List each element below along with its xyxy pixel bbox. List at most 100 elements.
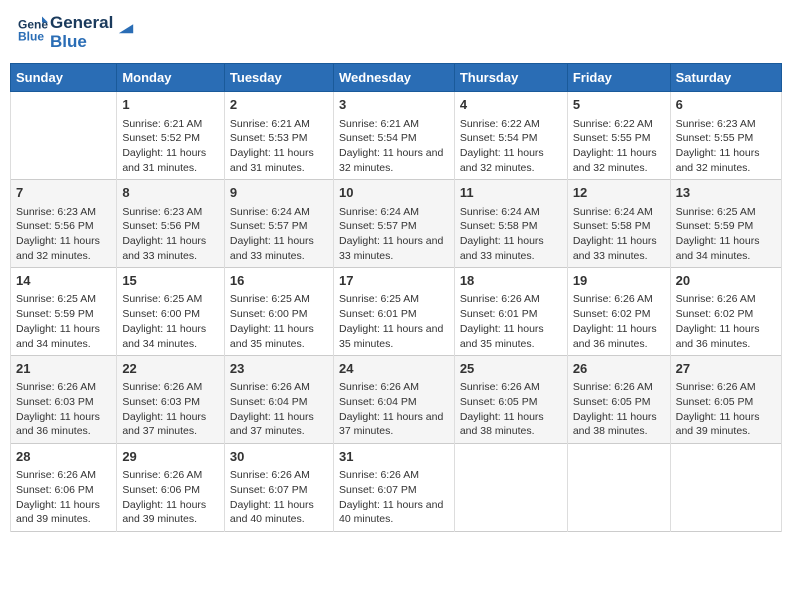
col-header-friday: Friday <box>567 64 670 92</box>
day-number: 26 <box>573 360 665 378</box>
daylight-text: Daylight: 11 hours and 33 minutes. <box>573 234 665 263</box>
sunrise-text: Sunrise: 6:23 AM <box>676 117 776 132</box>
sunset-text: Sunset: 5:55 PM <box>676 131 776 146</box>
day-number: 25 <box>460 360 562 378</box>
calendar-cell: 24Sunrise: 6:26 AMSunset: 6:04 PMDayligh… <box>334 356 455 444</box>
logo-icon: General Blue <box>18 15 48 45</box>
day-number: 20 <box>676 272 776 290</box>
daylight-text: Daylight: 11 hours and 40 minutes. <box>339 498 449 527</box>
day-number: 30 <box>230 448 328 466</box>
daylight-text: Daylight: 11 hours and 36 minutes. <box>676 322 776 351</box>
day-number: 19 <box>573 272 665 290</box>
daylight-text: Daylight: 11 hours and 33 minutes. <box>339 234 449 263</box>
day-number: 16 <box>230 272 328 290</box>
daylight-text: Daylight: 11 hours and 38 minutes. <box>573 410 665 439</box>
day-number: 5 <box>573 96 665 114</box>
day-number: 3 <box>339 96 449 114</box>
calendar-cell: 30Sunrise: 6:26 AMSunset: 6:07 PMDayligh… <box>224 444 333 532</box>
sunset-text: Sunset: 6:02 PM <box>573 307 665 322</box>
calendar-header-row: SundayMondayTuesdayWednesdayThursdayFrid… <box>11 64 782 92</box>
sunrise-text: Sunrise: 6:24 AM <box>230 205 328 220</box>
daylight-text: Daylight: 11 hours and 37 minutes. <box>339 410 449 439</box>
day-number: 9 <box>230 184 328 202</box>
sunrise-text: Sunrise: 6:26 AM <box>676 292 776 307</box>
week-row-5: 28Sunrise: 6:26 AMSunset: 6:06 PMDayligh… <box>11 444 782 532</box>
sunrise-text: Sunrise: 6:26 AM <box>339 380 449 395</box>
calendar-cell: 1Sunrise: 6:21 AMSunset: 5:52 PMDaylight… <box>117 92 225 180</box>
day-number: 15 <box>122 272 219 290</box>
daylight-text: Daylight: 11 hours and 32 minutes. <box>339 146 449 175</box>
calendar-cell: 18Sunrise: 6:26 AMSunset: 6:01 PMDayligh… <box>454 268 567 356</box>
daylight-text: Daylight: 11 hours and 38 minutes. <box>460 410 562 439</box>
col-header-sunday: Sunday <box>11 64 117 92</box>
sunrise-text: Sunrise: 6:26 AM <box>16 380 111 395</box>
sunset-text: Sunset: 6:05 PM <box>676 395 776 410</box>
calendar-cell: 15Sunrise: 6:25 AMSunset: 6:00 PMDayligh… <box>117 268 225 356</box>
daylight-text: Daylight: 11 hours and 32 minutes. <box>573 146 665 175</box>
calendar-cell: 11Sunrise: 6:24 AMSunset: 5:58 PMDayligh… <box>454 180 567 268</box>
daylight-text: Daylight: 11 hours and 33 minutes. <box>460 234 562 263</box>
daylight-text: Daylight: 11 hours and 34 minutes. <box>122 322 219 351</box>
calendar-cell: 27Sunrise: 6:26 AMSunset: 6:05 PMDayligh… <box>670 356 781 444</box>
day-number: 18 <box>460 272 562 290</box>
calendar-cell: 19 Sunrise: 6:26 AMSunset: 6:02 PMDayligh… <box>567 268 670 356</box>
calendar-cell: 29Sunrise: 6:26 AMSunset: 6:06 PMDayligh… <box>117 444 225 532</box>
daylight-text: Daylight: 11 hours and 32 minutes. <box>460 146 562 175</box>
sunset-text: Sunset: 5:58 PM <box>573 219 665 234</box>
calendar-cell: 13Sunrise: 6:25 AMSunset: 5:59 PMDayligh… <box>670 180 781 268</box>
daylight-text: Daylight: 11 hours and 36 minutes. <box>573 322 665 351</box>
calendar-cell <box>454 444 567 532</box>
calendar-cell: 12Sunrise: 6:24 AMSunset: 5:58 PMDayligh… <box>567 180 670 268</box>
col-header-thursday: Thursday <box>454 64 567 92</box>
col-header-tuesday: Tuesday <box>224 64 333 92</box>
col-header-monday: Monday <box>117 64 225 92</box>
sunset-text: Sunset: 5:56 PM <box>16 219 111 234</box>
daylight-text: Daylight: 11 hours and 32 minutes. <box>16 234 111 263</box>
day-number: 8 <box>122 184 219 202</box>
sunset-text: Sunset: 6:06 PM <box>16 483 111 498</box>
daylight-text: Daylight: 11 hours and 34 minutes. <box>676 234 776 263</box>
logo-general: General <box>50 14 113 33</box>
sunrise-text: Sunrise: 6:24 AM <box>573 205 665 220</box>
calendar-cell: 3Sunrise: 6:21 AMSunset: 5:54 PMDaylight… <box>334 92 455 180</box>
sunrise-text: Sunrise: 6:22 AM <box>573 117 665 132</box>
page-header: General Blue General Blue <box>10 10 782 55</box>
sunset-text: Sunset: 5:56 PM <box>122 219 219 234</box>
daylight-text: Daylight: 11 hours and 39 minutes. <box>676 410 776 439</box>
sunrise-text: Sunrise: 6:26 AM <box>573 380 665 395</box>
sunrise-text: Sunrise: 6:22 AM <box>460 117 562 132</box>
logo: General Blue General Blue <box>18 14 135 51</box>
sunrise-text: Sunrise: 6:26 AM <box>460 380 562 395</box>
sunset-text: Sunset: 6:03 PM <box>122 395 219 410</box>
day-number: 10 <box>339 184 449 202</box>
sunrise-text: Sunrise: 6:26 AM <box>16 468 111 483</box>
sunset-text: Sunset: 6:01 PM <box>339 307 449 322</box>
sunrise-text: Sunrise: 6:26 AM <box>676 380 776 395</box>
sunset-text: Sunset: 6:00 PM <box>230 307 328 322</box>
calendar-cell: 26Sunrise: 6:26 AMSunset: 6:05 PMDayligh… <box>567 356 670 444</box>
sunset-text: Sunset: 5:52 PM <box>122 131 219 146</box>
calendar-cell: 2Sunrise: 6:21 AMSunset: 5:53 PMDaylight… <box>224 92 333 180</box>
daylight-text: Daylight: 11 hours and 35 minutes. <box>339 322 449 351</box>
day-number: 4 <box>460 96 562 114</box>
sunrise-text: Sunrise: 6:25 AM <box>230 292 328 307</box>
week-row-4: 21Sunrise: 6:26 AMSunset: 6:03 PMDayligh… <box>11 356 782 444</box>
day-number: 2 <box>230 96 328 114</box>
calendar-cell: 23Sunrise: 6:26 AMSunset: 6:04 PMDayligh… <box>224 356 333 444</box>
sunset-text: Sunset: 5:55 PM <box>573 131 665 146</box>
sunset-text: Sunset: 6:03 PM <box>16 395 111 410</box>
day-number: 29 <box>122 448 219 466</box>
sunrise-text: Sunrise: 6:26 AM <box>573 292 665 307</box>
week-row-3: 14Sunrise: 6:25 AMSunset: 5:59 PMDayligh… <box>11 268 782 356</box>
day-number: 21 <box>16 360 111 378</box>
week-row-1: 1Sunrise: 6:21 AMSunset: 5:52 PMDaylight… <box>11 92 782 180</box>
calendar-cell: 9Sunrise: 6:24 AMSunset: 5:57 PMDaylight… <box>224 180 333 268</box>
day-number: 24 <box>339 360 449 378</box>
day-number: 1 <box>122 96 219 114</box>
daylight-text: Daylight: 11 hours and 37 minutes. <box>230 410 328 439</box>
sunset-text: Sunset: 6:07 PM <box>230 483 328 498</box>
sunset-text: Sunset: 6:07 PM <box>339 483 449 498</box>
calendar-cell <box>670 444 781 532</box>
calendar-cell: 22Sunrise: 6:26 AMSunset: 6:03 PMDayligh… <box>117 356 225 444</box>
sunset-text: Sunset: 5:54 PM <box>460 131 562 146</box>
